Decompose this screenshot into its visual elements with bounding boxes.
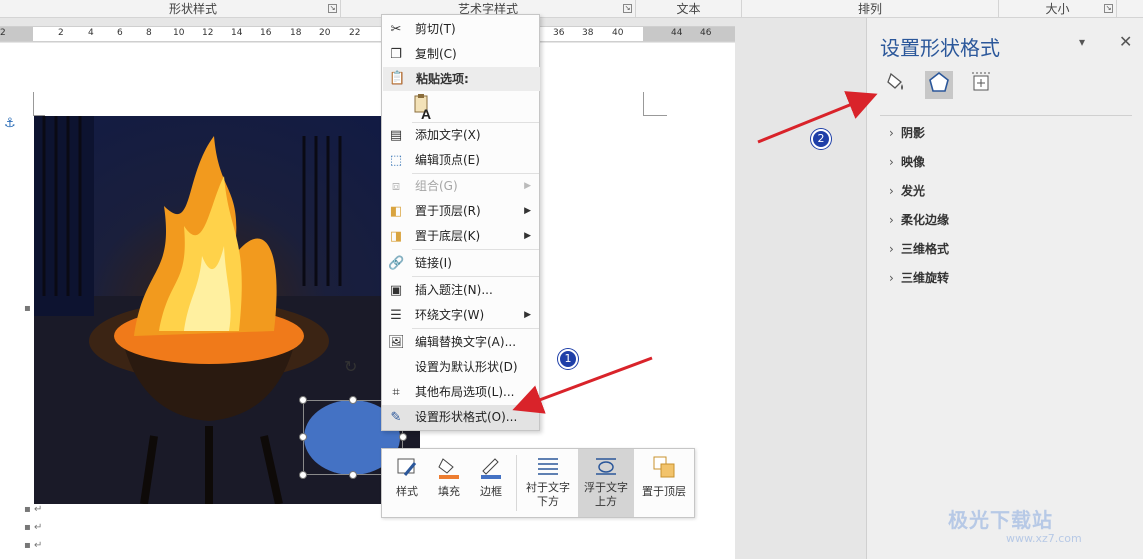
step-badge-1: 1: [558, 349, 578, 369]
annotation-arrow-1: [512, 356, 653, 414]
watermark-url: www.xz7.com: [1006, 532, 1082, 545]
watermark-logo: 极光下载站: [948, 508, 1053, 532]
annotation-arrows: [512, 91, 878, 414]
step-badge-2: 2: [811, 129, 831, 149]
